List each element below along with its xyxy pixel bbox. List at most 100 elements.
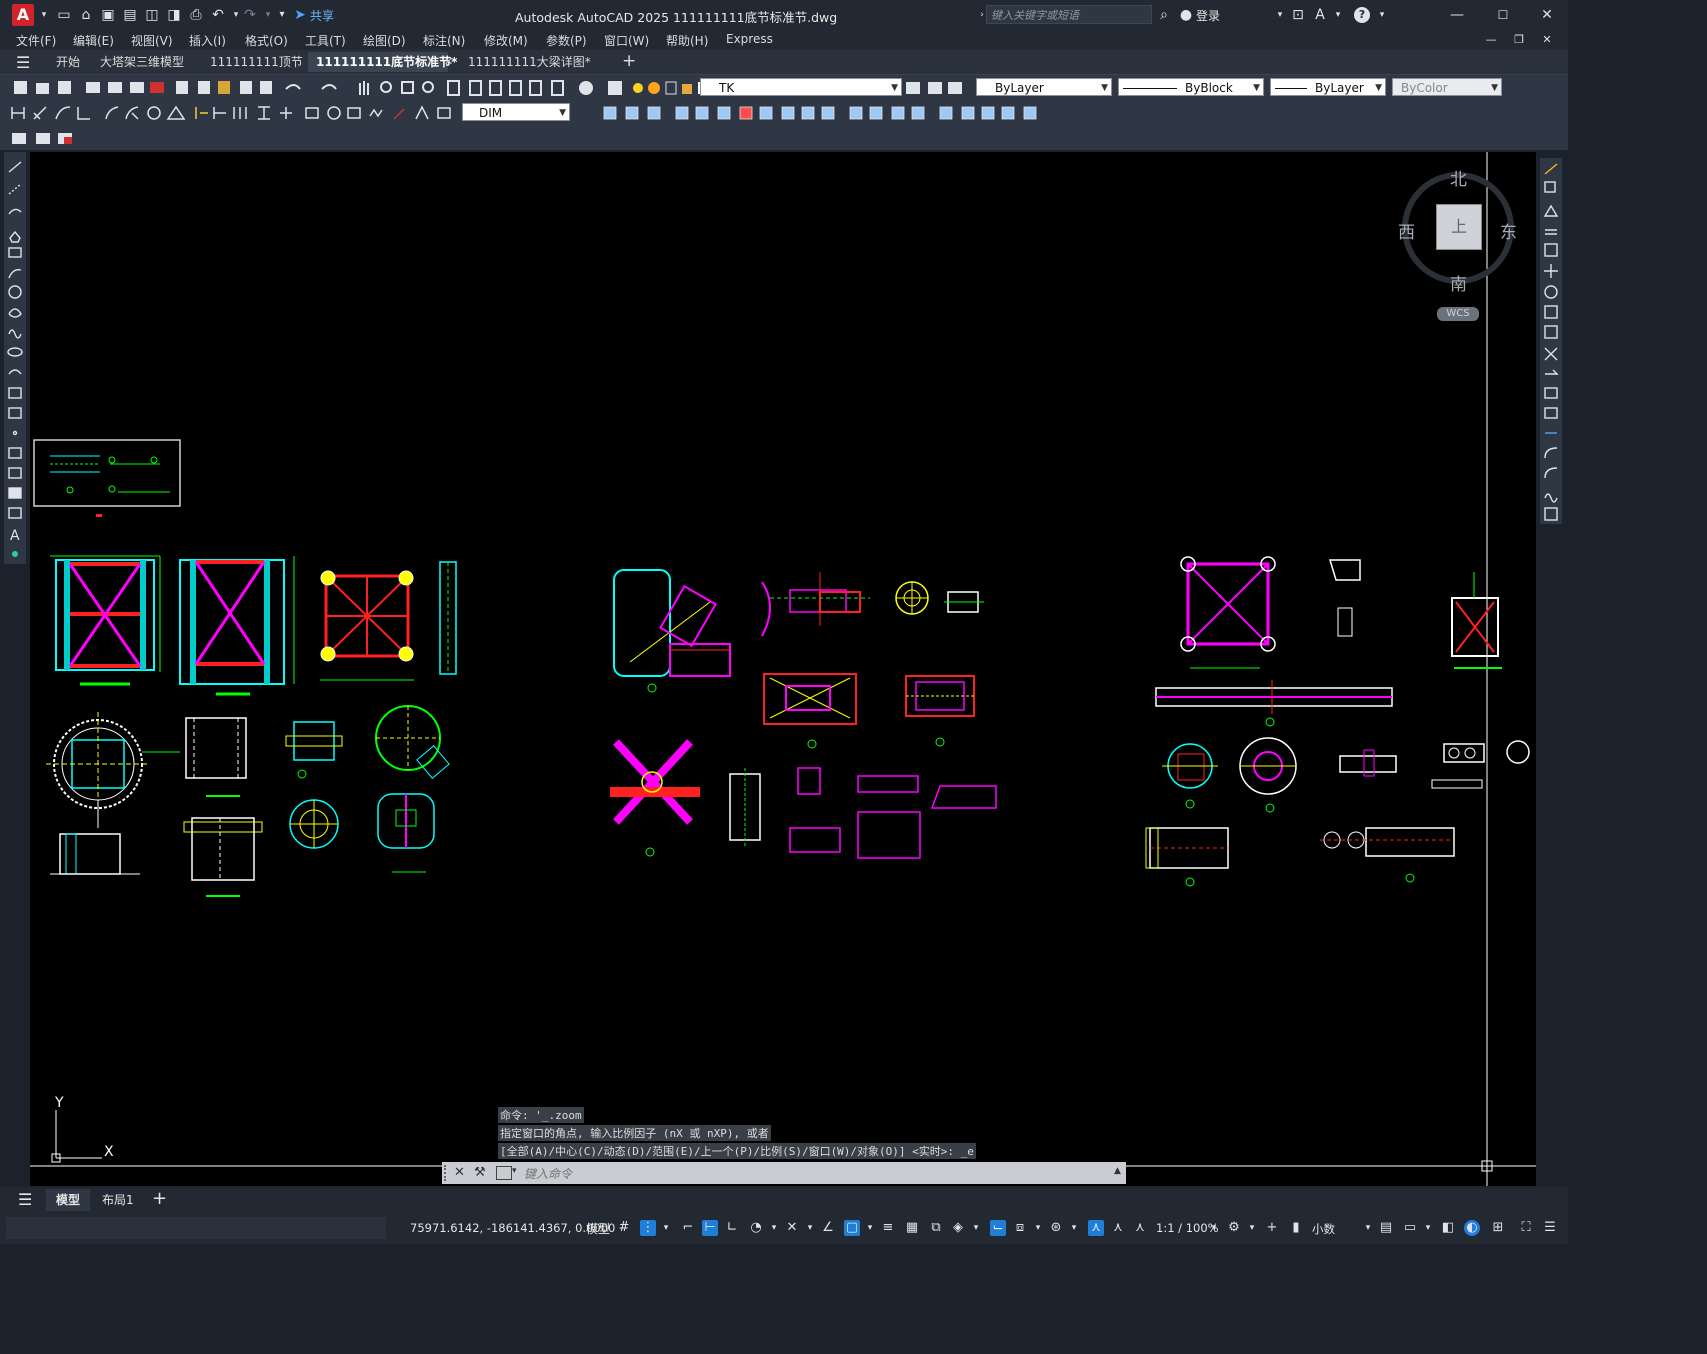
doc-close-icon[interactable]: ✕ [1538,31,1556,49]
3d-snap-dropdown-icon[interactable]: ▾ [968,1220,984,1236]
graphics-performance-icon[interactable]: ◐ [1464,1220,1480,1236]
menu-window[interactable]: 窗口(W) [604,32,649,49]
lock-ui-dropdown-icon[interactable]: ▾ [1420,1220,1436,1236]
annotation-visibility-icon[interactable]: ⋏ [1088,1220,1104,1236]
menu-insert[interactable]: 插入(I) [189,32,226,49]
express-toolbar-icons[interactable] [8,129,78,147]
new-layout-button[interactable]: + [152,1188,167,1209]
selection-cycling-icon[interactable]: ⧉ [928,1220,944,1236]
isometric-drafting-icon[interactable]: ✕ [784,1220,800,1236]
recent-commands-chevron-icon[interactable]: ▾ [512,1166,517,1176]
infer-constraints-icon[interactable]: ⌐ [680,1220,696,1236]
grid-icon[interactable]: # [616,1220,632,1236]
isolate-objects-icon[interactable]: ◧ [1440,1220,1456,1236]
layer-tools-icons[interactable] [904,79,968,97]
command-prompt-icon[interactable] [496,1166,512,1180]
dimstyle-dropdown[interactable]: DIM ▼ [462,103,570,121]
menu-modify[interactable]: 修改(M) [484,32,528,49]
tab-close-icon[interactable]: ✕ [444,55,453,68]
save-web-icon[interactable]: ◨ [166,7,182,23]
dynamic-input-icon[interactable]: ⊢ [702,1220,718,1236]
3d-object-snap-icon[interactable]: ◈ [950,1220,966,1236]
tab-top-section[interactable]: 111111111顶节 [202,52,311,72]
login-dropdown-icon[interactable]: ▾ [1272,7,1288,23]
autodesk-app-icon[interactable]: A [1312,7,1328,23]
isometric-dropdown-icon[interactable]: ▾ [802,1220,818,1236]
app-menu-chevron-icon[interactable]: ▾ [36,7,52,23]
doc-minimize-icon[interactable]: — [1482,31,1500,49]
wcs-menu-button[interactable]: WCS [1437,307,1479,321]
tab-model[interactable]: 模型 [46,1189,91,1211]
scale-dropdown-icon[interactable]: ▾ [1206,1220,1222,1236]
model-space-button[interactable]: 模型 [586,1220,610,1237]
menu-parametric[interactable]: 参数(P) [546,32,587,49]
units-icon[interactable]: ▮ [1288,1220,1304,1236]
plot-icon[interactable]: ⎙ [188,7,204,23]
undo-icon[interactable]: ↶ [210,7,226,23]
command-input[interactable] [522,1164,1106,1184]
save-icon[interactable]: ▣ [100,7,116,23]
snap-mode-icon[interactable]: ⋮ [640,1220,656,1236]
menu-file[interactable]: 文件(F) [16,32,56,49]
annotation-scale-icon[interactable]: ⋏ [1132,1220,1148,1236]
standard-toolbar-icons[interactable] [10,79,600,97]
polar-tracking-icon[interactable]: ◔ [748,1220,764,1236]
save-as-icon[interactable]: ▤ [122,7,138,23]
menu-format[interactable]: 格式(O) [245,32,288,49]
command-customize-wrench-icon[interactable]: ⚒ [474,1165,486,1180]
dimension-toolbar-icons[interactable] [8,104,460,122]
lineweight-dropdown[interactable]: ByLayer ▼ [1270,78,1386,96]
polar-dropdown-icon[interactable]: ▾ [766,1220,782,1236]
drawing-canvas[interactable]: Y X 上 北 南 东 西 WCS 命令: '_.zoom 指定窗口的角点, 输… [30,152,1536,1186]
lock-ui-icon[interactable]: ▭ [1402,1220,1418,1236]
open-folder-icon[interactable]: ⌂ [78,7,94,23]
command-history-toggle-icon[interactable]: ▲ [1114,1166,1121,1176]
units-dropdown-icon[interactable]: ▾ [1360,1220,1376,1236]
3d-modeling-icons[interactable] [600,104,1044,122]
command-close-icon[interactable]: ✕ [454,1165,465,1180]
maximize-icon[interactable]: ☐ [1494,6,1512,24]
plotstyle-dropdown[interactable]: ByColor ▼ [1392,78,1502,96]
workspace-gear-icon[interactable]: ⚙ [1226,1220,1242,1236]
annotation-monitor-icon[interactable]: + [1264,1220,1280,1236]
tab-tower-3d-model[interactable]: 大塔架三维模型 [92,52,192,72]
layout-menu-icon[interactable]: ☰ [18,1190,32,1209]
lineweight-display-icon[interactable]: ≡ [880,1220,896,1236]
search-input[interactable]: 键入关键字或短语 [986,5,1152,24]
customization-menu-icon[interactable]: ☰ [1542,1220,1558,1236]
coordinate-readout[interactable]: 75971.6142, -186141.4367, 0.0000 [410,1221,615,1235]
viewcube-east[interactable]: 东 [1500,218,1517,243]
login-button[interactable]: 登录 [1196,7,1220,24]
fullscreen-icon[interactable]: ⛶ [1518,1220,1534,1236]
menu-edit[interactable]: 编辑(E) [73,32,114,49]
viewcube-north[interactable]: 北 [1450,165,1467,190]
draw-tools-icons[interactable]: A [4,152,26,564]
share-button[interactable]: 共享 [310,7,334,24]
new-file-icon[interactable]: ▭ [56,7,72,23]
auto-scale-icon[interactable]: ⋏ [1110,1220,1126,1236]
cart-icon[interactable]: ⊡ [1290,7,1306,23]
tab-bottom-standard-section[interactable]: 111111111底节标准节* [308,52,457,72]
quick-properties-icon[interactable]: ▤ [1378,1220,1394,1236]
layer-state-icons[interactable] [606,79,702,97]
layer-dropdown[interactable]: TK ▼ [700,78,902,96]
ortho-mode-icon[interactable]: ∟ [724,1220,740,1236]
app-menu-button[interactable]: A [12,4,34,26]
object-snap-tracking-icon[interactable]: ∠ [820,1220,836,1236]
search-icon[interactable]: ⌕ [1156,7,1172,23]
menu-tools[interactable]: 工具(T) [305,32,346,49]
clean-screen-icon[interactable]: ⊞ [1490,1220,1506,1236]
command-line-grip-icon[interactable] [444,1165,452,1181]
color-dropdown[interactable]: ByLayer ▼ [976,78,1112,96]
close-icon[interactable]: ✕ [1538,6,1556,24]
menu-help[interactable]: 帮助(H) [666,32,708,49]
open-web-icon[interactable]: ◫ [144,7,160,23]
menu-draw[interactable]: 绘图(D) [363,32,406,49]
share-icon[interactable]: ➤ [292,7,308,23]
object-snap-icon[interactable]: ▢ [844,1220,860,1236]
linetype-dropdown[interactable]: ByBlock ▼ [1118,78,1264,96]
help-button[interactable]: ? [1354,7,1370,23]
tab-start[interactable]: 开始 [48,52,88,72]
modify-tools-icons[interactable] [1540,158,1562,524]
minimize-icon[interactable]: — [1448,6,1466,24]
